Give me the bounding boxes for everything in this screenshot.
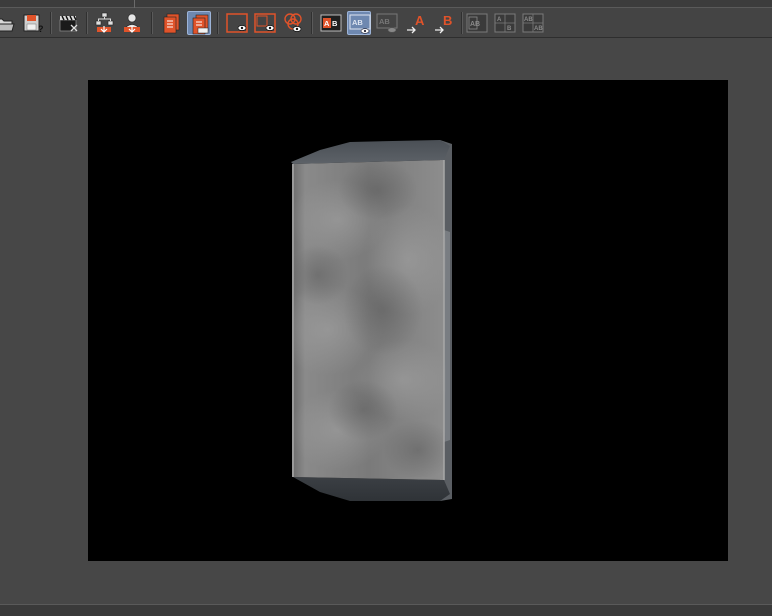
ab-compare-disabled-icon: AB (376, 13, 398, 33)
ab-compare-eye-icon: AB (349, 14, 371, 34)
set-b-icon: B (435, 13, 452, 34)
open-button[interactable] (0, 11, 18, 35)
svg-text:AB: AB (379, 17, 390, 26)
clapperboard-icon (59, 15, 78, 32)
svg-text:AB: AB (352, 18, 363, 27)
view-button-2[interactable] (253, 11, 277, 35)
import-tree-button[interactable] (93, 11, 117, 35)
svg-text:?: ? (38, 24, 44, 34)
view-eye-multi-icon (284, 13, 302, 32)
set-b-button[interactable]: B (433, 11, 457, 35)
save-disk-icon: ? (23, 14, 44, 34)
toolbar-separator (151, 12, 153, 34)
3d-viewport[interactable] (88, 80, 728, 561)
view-eye-icon (254, 13, 276, 33)
layers-edit-button[interactable] (187, 11, 211, 35)
rendered-3d-object (291, 140, 452, 501)
ab-compare-button[interactable]: A B (319, 11, 343, 35)
main-toolbar: ? A B AB AB A B AB A B AB AB (0, 8, 772, 38)
ab-compare-icon: A B (320, 14, 342, 32)
toolbar-separator (217, 12, 219, 34)
view-button-3[interactable] (281, 11, 305, 35)
ab-compare-eye-button[interactable]: AB (347, 11, 371, 35)
status-bar (0, 604, 772, 616)
svg-text:A: A (324, 19, 330, 28)
svg-text:AB: AB (470, 21, 480, 28)
svg-text:AB: AB (534, 26, 543, 32)
ab-grid-icon: A B (494, 13, 516, 33)
folder-open-icon (0, 18, 15, 32)
top-strip (0, 0, 772, 8)
ab-grid-button-2[interactable]: A B (493, 11, 517, 35)
svg-text:A: A (415, 13, 425, 28)
ab-compare-disabled-button[interactable]: AB (375, 11, 399, 35)
view-button-1[interactable] (225, 11, 249, 35)
layers-edit-icon (192, 14, 209, 35)
set-a-button[interactable]: A (405, 11, 429, 35)
tree-import-icon (95, 12, 114, 33)
svg-text:A: A (497, 17, 502, 23)
ab-grid-button-1[interactable]: AB (465, 11, 489, 35)
layers-icon (163, 13, 180, 34)
save-button[interactable]: ? (21, 11, 45, 35)
layers-button[interactable] (159, 11, 183, 35)
view-eye-icon (226, 13, 248, 33)
import-user-button[interactable] (121, 11, 145, 35)
ab-grid-icon: AB (466, 13, 488, 33)
set-a-icon: A (407, 13, 425, 34)
user-import-icon (124, 13, 140, 33)
toolbar-separator (461, 12, 463, 34)
tab-tick (134, 0, 135, 8)
svg-text:B: B (507, 26, 512, 32)
ab-grid-button-3[interactable]: AB AB (521, 11, 545, 35)
toolbar-separator (311, 12, 313, 34)
ab-grid-icon: AB AB (522, 13, 544, 33)
toolbar-separator (50, 12, 52, 34)
toolbar-separator (86, 12, 88, 34)
clapperboard-button[interactable] (57, 11, 81, 35)
svg-text:B: B (332, 19, 338, 28)
svg-text:AB: AB (524, 17, 533, 23)
svg-text:B: B (443, 13, 452, 28)
